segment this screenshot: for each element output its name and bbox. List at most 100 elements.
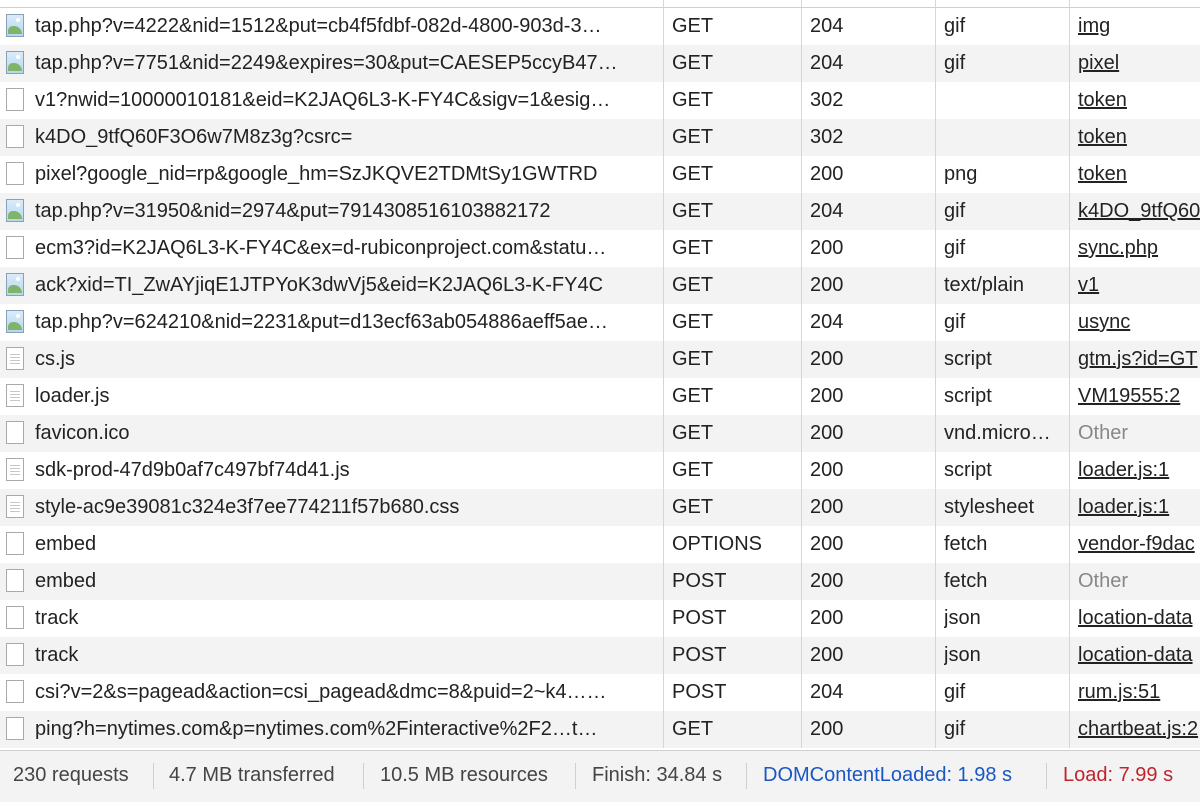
transferred-size: 4.7 MB transferred (169, 764, 335, 786)
request-row[interactable]: sdk-prod-47d9b0af7c497bf74d41.js GET 200 sc… (0, 452, 1200, 489)
request-row[interactable]: v1?nwid=10000010181&eid=K2JAQ6L3-K-FY4C&… (0, 82, 1200, 119)
request-row[interactable]: style-ac9e39081c324e3f7ee774211f57b680.c… (0, 489, 1200, 526)
blank-file-icon (6, 421, 24, 444)
name-cell[interactable]: track (0, 637, 662, 674)
request-row[interactable]: ack?xid=TI_ZwAYjiqE1JTPYoK3dwVj5&eid=K2J… (0, 267, 1200, 304)
request-name[interactable]: pixel?google_nid=rp&google_hm=SzJKQVE2TD… (35, 156, 659, 193)
request-status: 200 (810, 570, 844, 592)
request-row[interactable]: track POST 200 json location-data (0, 637, 1200, 674)
request-initiator[interactable]: location-data (1078, 600, 1200, 637)
request-initiator[interactable]: token (1078, 119, 1200, 156)
request-type: gif (944, 681, 966, 703)
request-row[interactable]: embed OPTIONS 200 fetch vendor-f9dac (0, 526, 1200, 563)
name-cell[interactable]: csi?v=2&s=pagead&action=csi_pagead&dmc=8… (0, 674, 662, 711)
request-initiator[interactable]: loader.js:1 (1078, 452, 1200, 489)
name-cell[interactable]: style-ac9e39081c324e3f7ee774211f57b680.c… (0, 489, 662, 526)
request-row[interactable]: k4DO_9tfQ60F3O6w7M8z3g?csrc= GET 302 token (0, 119, 1200, 156)
request-initiator[interactable]: location-data (1078, 637, 1200, 674)
request-initiator[interactable]: token (1078, 82, 1200, 119)
name-cell[interactable]: embed (0, 526, 662, 563)
request-name[interactable]: favicon.ico (35, 415, 659, 452)
request-row[interactable]: track POST 200 json location-data (0, 600, 1200, 637)
blank-file-icon (6, 162, 24, 185)
request-row[interactable]: tap.php?v=31950&nid=2974&put=79143085161… (0, 193, 1200, 230)
name-cell[interactable]: pixel?google_nid=rp&google_hm=SzJKQVE2TD… (0, 156, 662, 193)
request-row[interactable]: embed POST 200 fetch Other (0, 563, 1200, 600)
request-type: script (944, 348, 992, 370)
request-name[interactable]: style-ac9e39081c324e3f7ee774211f57b680.c… (35, 489, 659, 526)
name-cell[interactable]: tap.php?v=7751&nid=2249&expires=30&put=C… (0, 45, 662, 82)
request-initiator[interactable]: gtm.js?id=GT (1078, 341, 1200, 378)
request-initiator[interactable]: usync (1078, 304, 1200, 341)
request-type: gif (944, 15, 966, 37)
request-name[interactable]: tap.php?v=4222&nid=1512&put=cb4f5fdbf-08… (35, 8, 659, 45)
request-table: tap.php?v=4222&nid=1512&put=cb4f5fdbf-08… (0, 0, 1200, 748)
request-count: 230 requests (13, 764, 129, 786)
request-row[interactable]: ping?h=nytimes.com&p=nytimes.com%2Finter… (0, 711, 1200, 748)
request-name[interactable]: embed (35, 526, 659, 563)
request-name[interactable]: track (35, 637, 659, 674)
request-name[interactable]: k4DO_9tfQ60F3O6w7M8z3g?csrc= (35, 119, 659, 156)
name-cell[interactable]: cs.js (0, 341, 662, 378)
request-initiator[interactable]: loader.js:1 (1078, 489, 1200, 526)
request-row[interactable]: ecm3?id=K2JAQ6L3-K-FY4C&ex=d-rubiconproj… (0, 230, 1200, 267)
name-cell[interactable]: ping?h=nytimes.com&p=nytimes.com%2Finter… (0, 711, 662, 748)
request-name[interactable]: track (35, 600, 659, 637)
request-status: 200 (810, 644, 844, 666)
request-initiator[interactable]: k4DO_9tfQ60 (1078, 193, 1200, 230)
name-cell[interactable]: embed (0, 563, 662, 600)
request-row[interactable]: cs.js GET 200 script gtm.js?id=GT (0, 341, 1200, 378)
request-row[interactable]: csi?v=2&s=pagead&action=csi_pagead&dmc=8… (0, 674, 1200, 711)
request-initiator[interactable]: rum.js:51 (1078, 674, 1200, 711)
request-initiator[interactable]: v1 (1078, 267, 1200, 304)
request-row[interactable]: tap.php?v=624210&nid=2231&put=d13ecf63ab… (0, 304, 1200, 341)
request-name[interactable]: embed (35, 563, 659, 600)
name-cell[interactable]: tap.php?v=624210&nid=2231&put=d13ecf63ab… (0, 304, 662, 341)
name-cell[interactable]: tap.php?v=4222&nid=1512&put=cb4f5fdbf-08… (0, 8, 662, 45)
name-cell[interactable]: ecm3?id=K2JAQ6L3-K-FY4C&ex=d-rubiconproj… (0, 230, 662, 267)
request-name[interactable]: tap.php?v=624210&nid=2231&put=d13ecf63ab… (35, 304, 659, 341)
request-type: json (944, 644, 981, 666)
request-initiator: Other (1078, 570, 1129, 592)
request-name[interactable]: ecm3?id=K2JAQ6L3-K-FY4C&ex=d-rubiconproj… (35, 230, 659, 267)
request-initiator[interactable]: pixel (1078, 45, 1200, 82)
request-method: GET (672, 496, 714, 518)
request-row[interactable]: tap.php?v=4222&nid=1512&put=cb4f5fdbf-08… (0, 8, 1200, 45)
request-initiator[interactable]: vendor-f9dac (1078, 526, 1200, 563)
name-cell[interactable]: k4DO_9tfQ60F3O6w7M8z3g?csrc= (0, 119, 662, 156)
status-divider (575, 763, 576, 789)
script-file-icon (6, 347, 24, 370)
name-cell[interactable]: v1?nwid=10000010181&eid=K2JAQ6L3-K-FY4C&… (0, 82, 662, 119)
request-name[interactable]: sdk-prod-47d9b0af7c497bf74d41.js (35, 452, 659, 489)
request-initiator[interactable]: img (1078, 8, 1200, 45)
status-divider (1046, 763, 1047, 789)
request-row[interactable]: tap.php?v=7751&nid=2249&expires=30&put=C… (0, 45, 1200, 82)
name-cell[interactable]: ack?xid=TI_ZwAYjiqE1JTPYoK3dwVj5&eid=K2J… (0, 267, 662, 304)
name-cell[interactable]: tap.php?v=31950&nid=2974&put=79143085161… (0, 193, 662, 230)
name-cell[interactable]: sdk-prod-47d9b0af7c497bf74d41.js (0, 452, 662, 489)
request-method: POST (672, 644, 727, 666)
request-type: gif (944, 200, 966, 222)
name-cell[interactable]: favicon.ico (0, 415, 662, 452)
request-initiator[interactable]: sync.php (1078, 230, 1200, 267)
request-name[interactable]: ack?xid=TI_ZwAYjiqE1JTPYoK3dwVj5&eid=K2J… (35, 267, 659, 304)
request-name[interactable]: v1?nwid=10000010181&eid=K2JAQ6L3-K-FY4C&… (35, 82, 659, 119)
request-row[interactable]: loader.js GET 200 script VM19555:2 (0, 378, 1200, 415)
request-name[interactable]: ping?h=nytimes.com&p=nytimes.com%2Finter… (35, 711, 659, 748)
request-name[interactable]: csi?v=2&s=pagead&action=csi_pagead&dmc=8… (35, 674, 659, 711)
request-name[interactable]: tap.php?v=31950&nid=2974&put=79143085161… (35, 193, 659, 230)
request-name[interactable]: cs.js (35, 341, 659, 378)
request-type: stylesheet (944, 496, 1035, 518)
script-file-icon (6, 384, 24, 407)
request-row[interactable]: favicon.ico GET 200 vnd.micro… Other (0, 415, 1200, 452)
request-initiator[interactable]: chartbeat.js:2 (1078, 711, 1200, 748)
request-initiator[interactable]: token (1078, 156, 1200, 193)
request-method: GET (672, 348, 714, 370)
request-name[interactable]: loader.js (35, 378, 659, 415)
request-row[interactable]: pixel?google_nid=rp&google_hm=SzJKQVE2TD… (0, 156, 1200, 193)
request-type (944, 82, 1066, 119)
request-name[interactable]: tap.php?v=7751&nid=2249&expires=30&put=C… (35, 45, 659, 82)
name-cell[interactable]: loader.js (0, 378, 662, 415)
name-cell[interactable]: track (0, 600, 662, 637)
request-initiator[interactable]: VM19555:2 (1078, 378, 1200, 415)
